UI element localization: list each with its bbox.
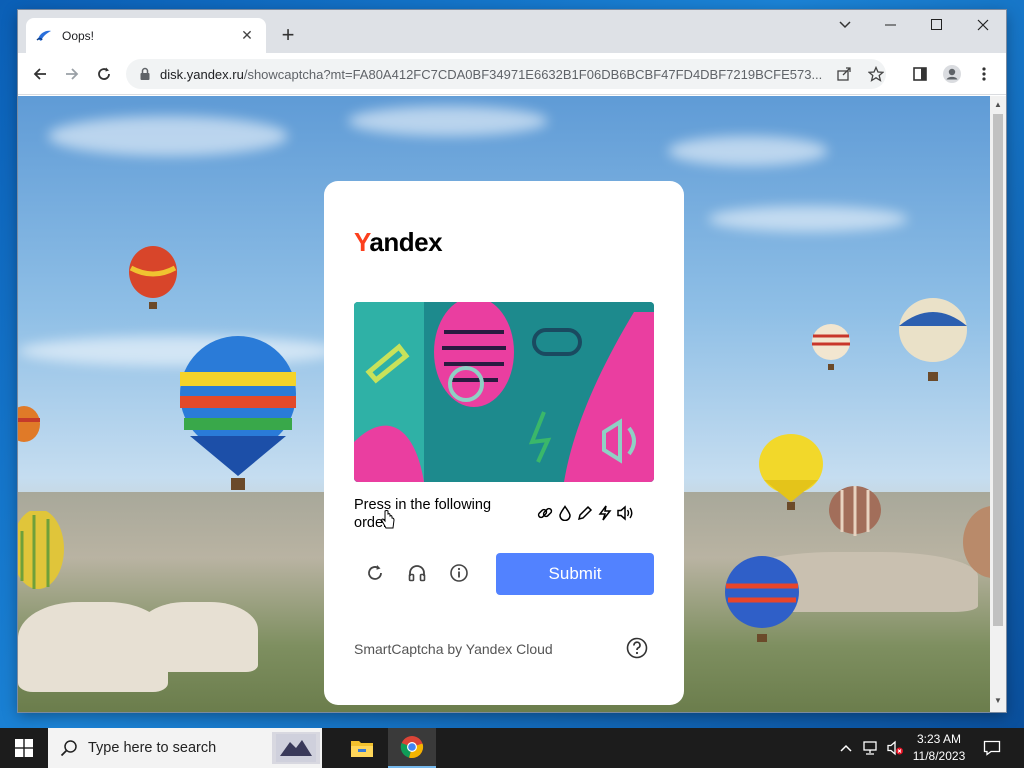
scroll-thumb[interactable] bbox=[993, 114, 1003, 626]
hot-air-balloon bbox=[129, 246, 177, 309]
lock-icon bbox=[140, 67, 150, 80]
taskbar-search-placeholder: Type here to search bbox=[88, 740, 217, 756]
link-icon bbox=[536, 504, 554, 522]
cloud-shape bbox=[668, 136, 828, 166]
windows-logo-icon bbox=[15, 739, 33, 757]
tray-chevron-up-icon[interactable] bbox=[836, 728, 856, 768]
url-text: disk.yandex.ru/showcaptcha?mt=FA80A412FC… bbox=[160, 66, 823, 82]
captcha-instruction: Press in the following order: bbox=[354, 497, 492, 531]
page-viewport: Yandex Press in the following order: Sub… bbox=[18, 96, 990, 712]
chrome-taskbar-icon[interactable] bbox=[388, 728, 436, 768]
cloud-shape bbox=[708, 206, 908, 232]
hot-air-balloon bbox=[812, 324, 850, 370]
hot-air-balloon bbox=[963, 506, 990, 578]
hot-air-balloon bbox=[829, 486, 881, 536]
speaker-icon bbox=[616, 504, 634, 522]
tab-oops[interactable]: Oops! ✕ bbox=[26, 18, 266, 53]
pencil-icon bbox=[576, 504, 594, 522]
captcha-card: Yandex Press in the following order: Sub… bbox=[324, 181, 684, 705]
notification-center-icon[interactable] bbox=[978, 728, 1006, 768]
scroll-down-arrow-icon[interactable]: ▼ bbox=[993, 696, 1003, 705]
hot-air-balloon bbox=[899, 298, 967, 381]
volume-muted-icon[interactable] bbox=[884, 728, 906, 768]
hand-cursor-icon bbox=[381, 510, 395, 529]
minimize-button[interactable] bbox=[868, 10, 914, 40]
side-panel-icon[interactable] bbox=[908, 62, 932, 86]
share-icon[interactable] bbox=[834, 64, 854, 84]
file-explorer-taskbar-icon[interactable] bbox=[338, 728, 386, 768]
cloud-shape bbox=[348, 106, 548, 136]
clock-time: 3:23 AM bbox=[916, 732, 962, 746]
maximize-button[interactable] bbox=[914, 10, 960, 40]
reload-button[interactable] bbox=[92, 62, 116, 86]
network-icon[interactable] bbox=[860, 728, 882, 768]
smartcaptcha-credit: SmartCaptcha by Yandex Cloud bbox=[354, 641, 553, 657]
search-icon bbox=[60, 740, 77, 757]
refresh-captcha-icon[interactable] bbox=[363, 561, 387, 585]
bookmark-star-icon[interactable] bbox=[866, 64, 886, 84]
menu-kebab-icon[interactable] bbox=[972, 62, 996, 86]
rock-formation bbox=[138, 602, 258, 672]
start-button[interactable] bbox=[0, 728, 48, 768]
info-icon[interactable] bbox=[447, 561, 471, 585]
cloud-shape bbox=[48, 116, 288, 156]
drop-icon bbox=[556, 504, 574, 522]
forward-button[interactable] bbox=[60, 62, 84, 86]
browser-window: Oops! ✕ + disk.yandex.ru/showcaptcha?mt=… bbox=[18, 10, 1006, 712]
page-scrollbar[interactable]: ▲ ▼ bbox=[990, 96, 1006, 712]
clock-date: 11/8/2023 bbox=[912, 749, 966, 763]
audio-captcha-icon[interactable] bbox=[405, 561, 429, 585]
tab-search-chevron-icon[interactable] bbox=[822, 10, 868, 40]
search-highlight-thumbnail[interactable] bbox=[272, 732, 320, 764]
hot-air-balloon bbox=[725, 556, 799, 642]
submit-button[interactable]: Submit bbox=[496, 553, 654, 595]
taskbar: Type here to search 3:23 AM 11/8/2023 bbox=[0, 728, 1024, 768]
lightning-icon bbox=[596, 504, 614, 522]
address-bar[interactable]: disk.yandex.ru/showcaptcha?mt=FA80A412FC… bbox=[126, 59, 886, 89]
hot-air-balloon bbox=[180, 336, 296, 490]
hot-air-balloon bbox=[18, 511, 64, 589]
captcha-order-icons bbox=[536, 503, 634, 523]
back-button[interactable] bbox=[28, 62, 52, 86]
scroll-up-arrow-icon[interactable]: ▲ bbox=[993, 100, 1003, 109]
hot-air-balloon bbox=[18, 406, 40, 442]
disk-favicon-icon bbox=[36, 30, 51, 41]
yandex-logo: Yandex bbox=[354, 227, 443, 257]
help-question-icon[interactable] bbox=[626, 637, 648, 659]
close-window-button[interactable] bbox=[960, 10, 1006, 40]
captcha-challenge-image[interactable] bbox=[354, 302, 654, 482]
hot-air-balloon bbox=[759, 434, 823, 510]
new-tab-button[interactable]: + bbox=[274, 22, 302, 50]
tab-strip: Oops! ✕ + bbox=[18, 10, 1006, 53]
taskbar-clock[interactable]: 3:23 AM 11/8/2023 bbox=[906, 731, 972, 765]
profile-avatar-icon[interactable] bbox=[940, 62, 964, 86]
tab-title: Oops! bbox=[62, 28, 95, 43]
browser-toolbar: disk.yandex.ru/showcaptcha?mt=FA80A412FC… bbox=[18, 53, 1006, 95]
tab-close-icon[interactable]: ✕ bbox=[238, 27, 256, 44]
